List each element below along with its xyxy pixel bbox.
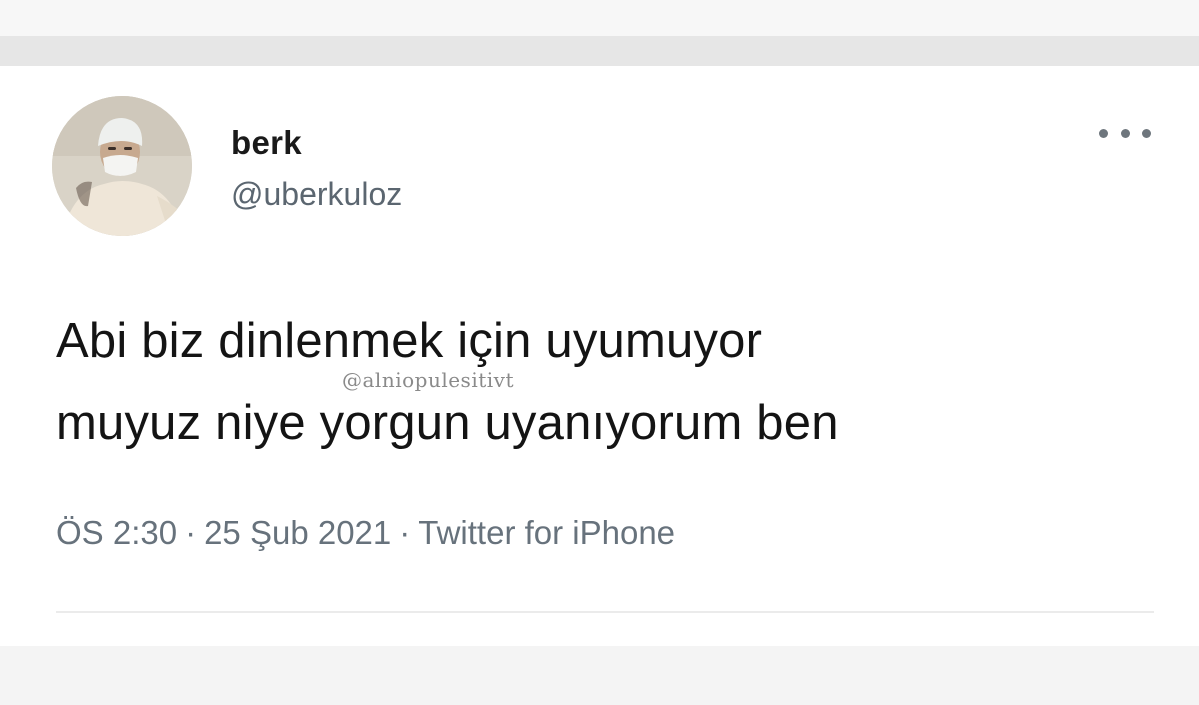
display-name[interactable]: berk <box>231 124 302 162</box>
avatar[interactable] <box>52 96 192 236</box>
user-handle[interactable]: @uberkuloz <box>231 176 402 213</box>
top-gray-strip <box>0 36 1199 66</box>
meta-separator: · <box>399 514 411 551</box>
tweet-text: Abi biz dinlenmek için uyumuyor muyuz ni… <box>56 300 1156 464</box>
top-background <box>0 0 1199 36</box>
more-dot <box>1142 128 1151 138</box>
tweet-text-line: Abi biz dinlenmek için uyumuyor <box>56 314 763 368</box>
tweet-source[interactable]: Twitter for iPhone <box>418 514 675 551</box>
meta-separator: · <box>185 514 197 551</box>
tweet-card: berk @uberkuloz Abi biz dinlenmek için u… <box>0 66 1199 646</box>
watermark: @alniopulesitivt <box>342 368 514 392</box>
more-horizontal-icon[interactable] <box>1099 118 1151 148</box>
divider <box>56 611 1154 613</box>
tweet-meta: ÖS 2:30 · 25 Şub 2021 · Twitter for iPhone <box>56 514 675 552</box>
tweet-text-line: muyuz niye yorgun uyanıyorum ben <box>56 396 839 450</box>
profile-photo-icon <box>52 96 192 236</box>
tweet-date[interactable]: 25 Şub 2021 <box>204 514 391 551</box>
bottom-background <box>0 646 1199 705</box>
tweet-time[interactable]: ÖS 2:30 <box>56 514 177 551</box>
more-dot <box>1099 128 1108 138</box>
more-dot <box>1120 128 1130 138</box>
